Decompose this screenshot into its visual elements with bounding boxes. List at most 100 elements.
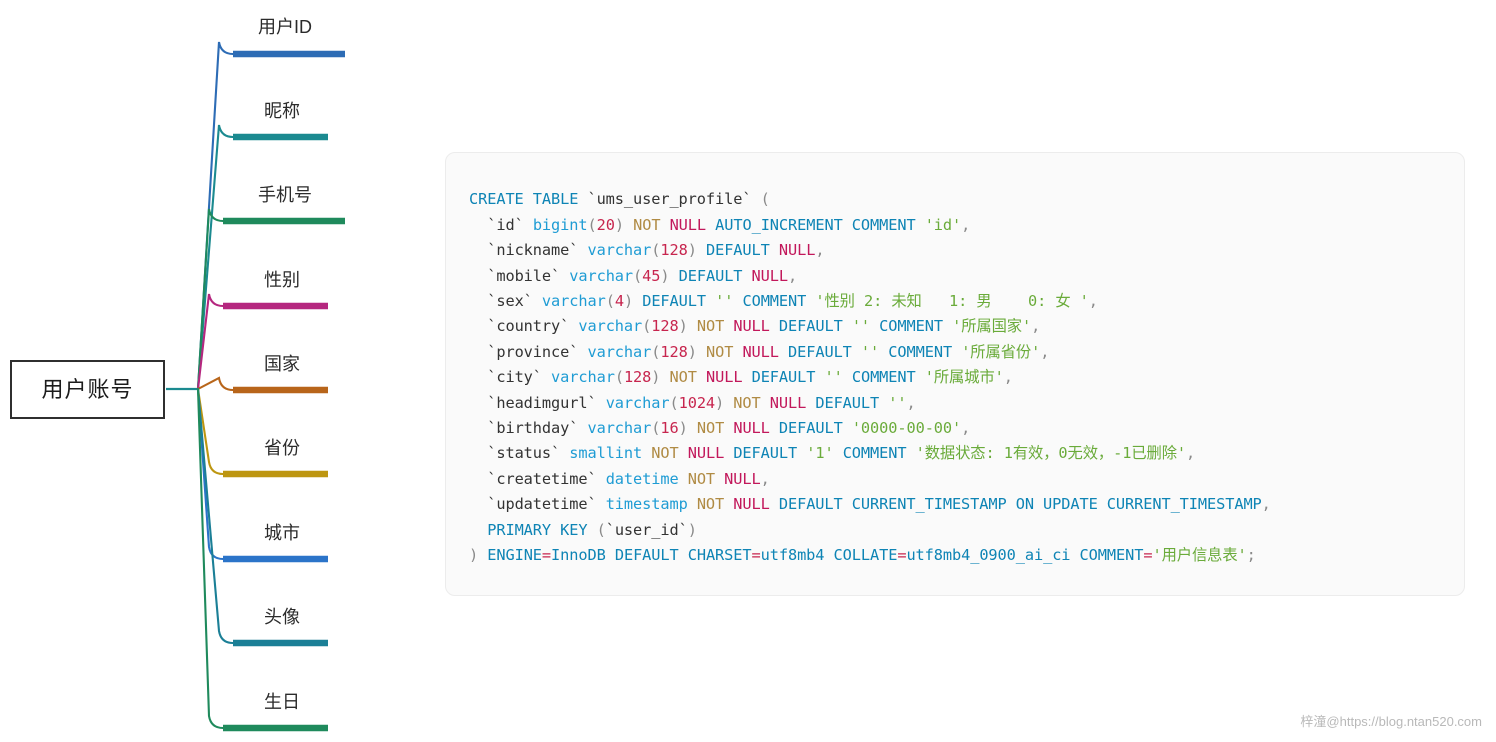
sql-token: NULL bbox=[669, 215, 707, 234]
sql-token: '所属国家' bbox=[952, 317, 1032, 336]
sql-token: ; bbox=[1246, 545, 1256, 564]
sql-token: DEFAULT bbox=[733, 444, 798, 463]
mindmap-branch-label[interactable]: 头像 bbox=[264, 608, 300, 626]
sql-token: 128 bbox=[623, 368, 652, 387]
sql-token: , bbox=[788, 266, 798, 285]
sql-code-block[interactable]: CREATE TABLE `ums_user_profile` ( `id` b… bbox=[469, 187, 1454, 568]
sql-token: COMMENT bbox=[1079, 545, 1144, 564]
sql-token: ( bbox=[605, 291, 615, 310]
sql-token: ) bbox=[678, 317, 688, 336]
sql-token: ) bbox=[678, 418, 688, 437]
sql-token: utf8mb4_0900_ai_ci bbox=[906, 545, 1071, 564]
sql-token: varchar bbox=[587, 418, 652, 437]
mindmap-branch-link bbox=[196, 376, 235, 392]
sql-token: ( bbox=[614, 368, 624, 387]
sql-token: NOT bbox=[696, 418, 725, 437]
sql-token: `id` bbox=[487, 215, 524, 234]
mindmap-branch-label[interactable]: 生日 bbox=[264, 693, 300, 711]
mindmap-branch-label[interactable]: 手机号 bbox=[258, 186, 312, 204]
sql-token: NULL bbox=[769, 393, 807, 412]
sql-token: 128 bbox=[660, 241, 688, 260]
sql-token: , bbox=[815, 241, 825, 260]
mindmap-branch-label[interactable]: 用户ID bbox=[258, 18, 312, 36]
sql-token: NULL bbox=[742, 342, 779, 361]
mindmap-root-label: 用户账号 bbox=[41, 376, 134, 402]
sql-token: ENGINE bbox=[487, 545, 542, 564]
sql-token: 20 bbox=[596, 215, 615, 234]
sql-token: NOT bbox=[687, 469, 716, 488]
sql-token: ) bbox=[687, 520, 697, 539]
sql-token: NULL bbox=[751, 266, 789, 285]
sql-token: , bbox=[1003, 368, 1013, 387]
mindmap-root-node[interactable]: 用户账号 bbox=[10, 360, 165, 419]
mindmap-branch-label[interactable]: 城市 bbox=[264, 524, 300, 542]
sql-token: NULL bbox=[733, 495, 770, 514]
sql-token: , bbox=[906, 393, 916, 412]
sql-token: NULL bbox=[778, 241, 816, 260]
sql-token: '' bbox=[715, 291, 734, 310]
sql-token: utf8mb4 bbox=[760, 545, 825, 564]
sql-token: '' bbox=[860, 342, 880, 361]
mindmap-branch-label[interactable]: 昵称 bbox=[264, 102, 300, 120]
sql-token: NOT bbox=[633, 215, 661, 234]
sql-token: , bbox=[961, 418, 971, 437]
sql-token: DEFAULT bbox=[778, 418, 843, 437]
sql-token: ) bbox=[614, 215, 624, 234]
sql-token: `sex` bbox=[487, 291, 533, 310]
sql-token: DEFAULT bbox=[678, 266, 743, 285]
sql-token: '数据状态: 1有效，0无效，-1已删除' bbox=[915, 444, 1187, 463]
sql-token: COMMENT bbox=[888, 342, 953, 361]
sql-token: bigint bbox=[532, 215, 588, 234]
sql-token: ( bbox=[642, 317, 652, 336]
sql-token: '所属省份' bbox=[961, 342, 1041, 361]
sql-token: `country` bbox=[487, 317, 570, 336]
sql-token: varchar bbox=[587, 342, 652, 361]
sql-token: ) bbox=[623, 291, 634, 310]
mindmap-branch-label[interactable]: 省份 bbox=[264, 439, 300, 457]
sql-token: '' bbox=[851, 317, 871, 336]
mindmap-branch-label[interactable]: 性别 bbox=[264, 271, 300, 289]
sql-token: varchar bbox=[551, 368, 615, 387]
mindmap-branch-label[interactable]: 国家 bbox=[264, 355, 300, 373]
sql-token: NOT bbox=[651, 444, 679, 463]
sql-token: varchar bbox=[605, 393, 670, 412]
sql-token: varchar bbox=[587, 241, 652, 260]
sql-token: varchar bbox=[578, 317, 643, 336]
sql-token: 16 bbox=[660, 418, 679, 437]
sql-token: ) bbox=[660, 266, 670, 285]
sql-token: NULL bbox=[687, 444, 725, 463]
sql-token: `mobile` bbox=[487, 266, 561, 285]
sql-token: 'id' bbox=[924, 215, 962, 234]
